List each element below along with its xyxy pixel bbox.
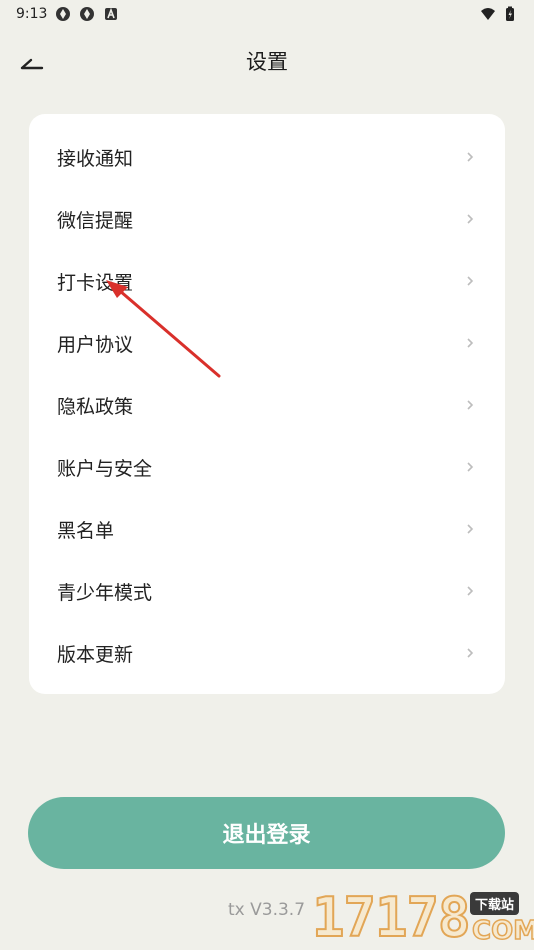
menu-item-label: 微信提醒 bbox=[57, 209, 134, 232]
menu-item-label: 版本更新 bbox=[57, 643, 134, 666]
menu-item-checkin-settings[interactable]: 打卡设置 bbox=[29, 250, 505, 312]
menu-item-label: 打卡设置 bbox=[57, 271, 134, 294]
menu-item-teen-mode[interactable]: 青少年模式 bbox=[29, 560, 505, 622]
back-arrow-icon bbox=[20, 58, 44, 70]
menu-item-blacklist[interactable]: 黑名单 bbox=[29, 498, 505, 560]
menu-item-label: 账户与安全 bbox=[57, 457, 153, 480]
watermark-domain: COM bbox=[471, 915, 534, 947]
chevron-right-icon bbox=[467, 648, 474, 658]
settings-list: 接收通知 微信提醒 打卡设置 用户协议 隐私政策 账户与安全 黑名单 青少年模式… bbox=[29, 114, 505, 694]
chevron-right-icon bbox=[467, 338, 474, 348]
chevron-right-icon bbox=[467, 462, 474, 472]
menu-item-account-security[interactable]: 账户与安全 bbox=[29, 436, 505, 498]
watermark-tag: 下载站 bbox=[470, 892, 520, 915]
menu-item-wechat-reminder[interactable]: 微信提醒 bbox=[29, 188, 505, 250]
chevron-right-icon bbox=[467, 214, 474, 224]
menu-item-privacy-policy[interactable]: 隐私政策 bbox=[29, 374, 505, 436]
a-notification-icon bbox=[105, 7, 118, 20]
header: 设置 bbox=[0, 40, 534, 82]
watermark-logo: 17178 下载站 COM bbox=[311, 886, 534, 950]
menu-item-label: 接收通知 bbox=[57, 147, 134, 170]
app-notification-icon bbox=[56, 7, 71, 21]
status-time: 9:13 bbox=[16, 6, 48, 22]
menu-item-label: 青少年模式 bbox=[57, 581, 153, 604]
wifi-icon bbox=[481, 8, 495, 20]
chevron-right-icon bbox=[467, 586, 474, 596]
chevron-right-icon bbox=[467, 276, 474, 286]
chevron-right-icon bbox=[467, 400, 474, 410]
page-title: 设置 bbox=[246, 50, 288, 74]
battery-icon bbox=[506, 6, 514, 21]
back-button[interactable] bbox=[16, 44, 48, 76]
chevron-right-icon bbox=[467, 524, 474, 534]
menu-item-label: 黑名单 bbox=[57, 519, 115, 542]
version-label: tx V3.3.7 bbox=[228, 900, 306, 920]
app-notification-icon bbox=[80, 7, 95, 21]
watermark-number: 17178 bbox=[311, 886, 472, 949]
chevron-right-icon bbox=[467, 152, 474, 162]
logout-button[interactable]: 退出登录 bbox=[28, 797, 505, 869]
status-bar: 9:13 bbox=[0, 0, 534, 28]
status-right bbox=[480, 6, 518, 22]
menu-item-receive-notifications[interactable]: 接收通知 bbox=[29, 126, 505, 188]
status-left: 9:13 bbox=[16, 6, 119, 22]
menu-item-label: 用户协议 bbox=[57, 333, 134, 356]
menu-item-label: 隐私政策 bbox=[57, 395, 134, 418]
menu-item-version-update[interactable]: 版本更新 bbox=[29, 622, 505, 684]
menu-item-user-agreement[interactable]: 用户协议 bbox=[29, 312, 505, 374]
